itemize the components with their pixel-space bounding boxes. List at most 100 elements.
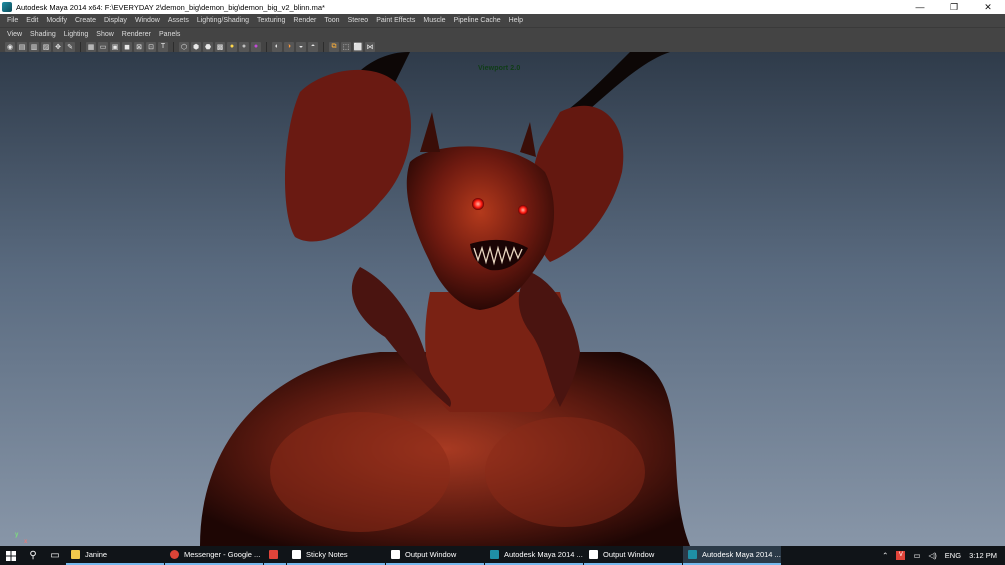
menu-muscle[interactable]: Muscle (419, 17, 449, 24)
menu-render[interactable]: Render (289, 17, 320, 24)
volume-icon[interactable]: ◁) (925, 551, 941, 560)
chevron-up-icon[interactable]: ⌃ (878, 551, 892, 560)
left-eye (472, 198, 484, 210)
grid-icon[interactable]: ▦ (86, 41, 96, 52)
window-icon (391, 550, 400, 559)
right-eye (518, 205, 528, 215)
xray-active-components-icon[interactable]: ◑ (284, 41, 294, 52)
left-crest (284, 69, 411, 242)
menu-texturing[interactable]: Texturing (253, 17, 289, 24)
smooth-shade-icon[interactable]: ⬢ (191, 41, 201, 52)
grease-pencil-icon[interactable]: ✎ (65, 41, 75, 52)
panel-menu-renderer[interactable]: Renderer (118, 31, 155, 38)
panel-menu-panels[interactable]: Panels (155, 31, 184, 38)
menu-pipeline-cache[interactable]: Pipeline Cache (450, 17, 505, 24)
menu-edit[interactable]: Edit (22, 17, 42, 24)
head-spike-right (520, 122, 536, 157)
menu-file[interactable]: File (3, 17, 22, 24)
minimize-button[interactable]: — (903, 0, 937, 14)
axis-y-label: y (15, 532, 19, 538)
taskbar-item-label: Janine (85, 550, 108, 559)
screen-space-ao-icon[interactable]: ● (251, 41, 261, 52)
restore-button[interactable]: ❐ (937, 0, 971, 14)
axis-x-label: x (24, 539, 28, 545)
use-all-lights-icon[interactable]: ● (227, 41, 237, 52)
search-icon[interactable]: ⚲ (22, 546, 44, 565)
task-view-icon[interactable]: ▭ (44, 546, 66, 565)
maya-icon (490, 550, 499, 559)
chrome-icon (170, 550, 179, 559)
taskbar-item-sticky-notes[interactable]: Sticky Notes (287, 546, 385, 565)
toolbar-separator (266, 41, 267, 52)
language-indicator[interactable]: ENG (941, 551, 965, 560)
xray-icon[interactable]: ◐ (272, 41, 282, 52)
window-icon (589, 550, 598, 559)
2d-pan-zoom-icon[interactable]: ✥ (53, 41, 63, 52)
bookmarks-icon[interactable]: ▥ (29, 41, 39, 52)
select-camera-icon[interactable]: ◉ (5, 41, 15, 52)
taskbar-item-label: Autodesk Maya 2014 ... (504, 550, 583, 559)
folder-icon (71, 550, 80, 559)
menu-help[interactable]: Help (505, 17, 527, 24)
safe-action-icon[interactable]: ⊡ (146, 41, 156, 52)
safe-title-icon[interactable]: T (158, 41, 168, 52)
shadows-icon[interactable]: ● (239, 41, 249, 52)
backface-culling-icon[interactable]: ◓ (308, 41, 318, 52)
menu-display[interactable]: Display (100, 17, 131, 24)
system-tray: ⌃ V ▭ ◁) ENG 3:12 PM (878, 546, 1005, 565)
start-button[interactable] (0, 546, 22, 565)
taskbar-item-app[interactable] (264, 546, 286, 565)
xray-joints-icon[interactable]: ◒ (296, 41, 306, 52)
field-chart-icon[interactable]: ⊠ (134, 41, 144, 52)
panel-menu-lighting[interactable]: Lighting (60, 31, 93, 38)
panel-menu-view[interactable]: View (3, 31, 26, 38)
menu-window[interactable]: Window (131, 17, 164, 24)
menu-paint-effects[interactable]: Paint Effects (372, 17, 419, 24)
vivaldi-icon[interactable]: V (892, 551, 909, 560)
textured-icon[interactable]: ▩ (215, 41, 225, 52)
close-button[interactable]: ✕ (971, 0, 1005, 14)
right-pec (485, 417, 645, 527)
clock[interactable]: 3:12 PM (965, 551, 1005, 560)
panel-menu: View Shading Lighting Show Renderer Pane… (0, 28, 1005, 40)
panel-menu-show[interactable]: Show (92, 31, 118, 38)
taskbar-item-janine[interactable]: Janine (66, 546, 164, 565)
menu-create[interactable]: Create (71, 17, 100, 24)
menu-lighting-shading[interactable]: Lighting/Shading (193, 17, 253, 24)
resolution-gate-icon[interactable]: ▣ (110, 41, 120, 52)
film-gate-icon[interactable]: ▭ (98, 41, 108, 52)
toolbar-separator (323, 41, 324, 52)
panel-bar: View Shading Lighting Show Renderer Pane… (0, 27, 1005, 52)
camera-attributes-icon[interactable]: ▤ (17, 41, 27, 52)
gate-mask-icon[interactable]: ◼ (122, 41, 132, 52)
taskbar-item-label: Messenger - Google ... (184, 550, 261, 559)
windows-taskbar: ⚲ ▭ Janine Messenger - Google ... Sticky… (0, 546, 1005, 565)
taskbar-item-output-window[interactable]: Output Window (386, 546, 484, 565)
menu-assets[interactable]: Assets (164, 17, 193, 24)
network-icon[interactable]: ▭ (909, 551, 924, 560)
taskbar-item-messenger[interactable]: Messenger - Google ... (165, 546, 263, 565)
high-quality-icon[interactable]: ⬚ (341, 41, 351, 52)
isolate-select-icon[interactable]: ⧉ (329, 41, 339, 52)
taskbar-item-maya[interactable]: Autodesk Maya 2014 ... (485, 546, 583, 565)
viewport-panel[interactable]: Viewport 2.0 y x (0, 52, 1005, 546)
taskbar-item-label: Autodesk Maya 2014 ... (702, 550, 781, 559)
window-title: Autodesk Maya 2014 x64: F:\EVERYDAY 2\de… (16, 2, 325, 12)
viewport-renderer-icon[interactable]: ⬜ (353, 41, 363, 52)
maya-icon (688, 550, 697, 559)
menu-modify[interactable]: Modify (42, 17, 71, 24)
share-icon[interactable]: ⋈ (365, 41, 375, 52)
panel-menu-shading[interactable]: Shading (26, 31, 60, 38)
toolbar-separator (80, 41, 81, 52)
wireframe-on-shaded-icon[interactable]: ⬣ (203, 41, 213, 52)
taskbar-item-maya-active[interactable]: Autodesk Maya 2014 ... (683, 546, 781, 565)
menu-stereo[interactable]: Stereo (344, 17, 373, 24)
sticky-notes-icon (292, 550, 301, 559)
taskbar-item-label: Output Window (405, 550, 457, 559)
image-plane-icon[interactable]: ▨ (41, 41, 51, 52)
wireframe-icon[interactable]: ⬡ (179, 41, 189, 52)
toolbar-separator (173, 41, 174, 52)
app-icon (269, 550, 278, 559)
taskbar-item-output-window-2[interactable]: Output Window (584, 546, 682, 565)
menu-toon[interactable]: Toon (320, 17, 343, 24)
